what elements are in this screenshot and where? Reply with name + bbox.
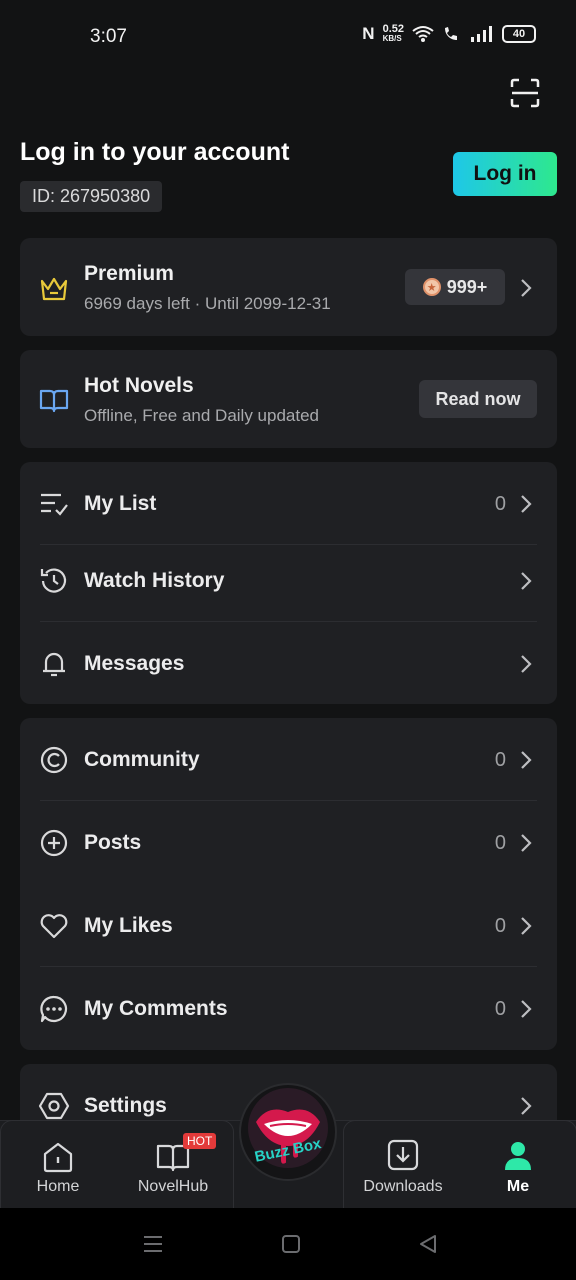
my-comments-label: My Comments — [84, 997, 228, 1020]
chevron-right-icon — [521, 751, 532, 769]
my-likes-count: 0 — [494, 915, 506, 937]
coin-balance[interactable]: ★ 999+ — [405, 269, 505, 305]
premium-title: Premium — [84, 262, 174, 285]
hot-badge: HOT — [183, 1133, 217, 1149]
page-title: Log in to your account — [20, 138, 290, 166]
user-id-badge: ID: 267950380 — [20, 181, 163, 212]
coin-icon: ★ — [422, 278, 441, 296]
chevron-right-icon — [521, 1097, 532, 1115]
community-count: 0 — [494, 749, 506, 771]
status-time: 3:07 — [90, 26, 127, 47]
wifi-icon — [412, 26, 434, 42]
signal-icon — [471, 26, 492, 42]
bell-icon — [43, 652, 65, 677]
person-icon — [505, 1142, 531, 1170]
my-likes-label: My Likes — [84, 914, 173, 937]
nfc-icon: N — [362, 24, 375, 43]
chevron-right-icon — [521, 1000, 532, 1018]
messages-label: Messages — [84, 652, 185, 675]
buzzbox-logo — [239, 1083, 337, 1181]
community-icon — [40, 746, 68, 774]
chevron-right-icon — [521, 917, 532, 935]
book-open-icon — [39, 389, 69, 413]
status-icons: N 0.52 KB/S 40 — [362, 24, 536, 44]
nav-home-label: Home — [36, 1178, 80, 1195]
hot-novels-title: Hot Novels — [84, 374, 194, 397]
battery-icon: 40 — [502, 25, 536, 43]
login-button[interactable]: Log in — [453, 152, 557, 196]
nav-downloads[interactable]: Downloads — [356, 1130, 450, 1200]
chevron-right-icon — [521, 655, 532, 673]
nav-home[interactable]: Home — [20, 1130, 96, 1200]
scan-icon[interactable] — [510, 78, 540, 108]
chevron-right-icon — [521, 279, 532, 297]
chevron-right-icon — [521, 572, 532, 590]
chevron-right-icon — [521, 495, 532, 513]
system-nav-bar — [0, 1208, 576, 1280]
nav-me[interactable]: Me — [484, 1130, 552, 1200]
read-now-button[interactable]: Read now — [419, 380, 537, 418]
menu-icon[interactable] — [143, 1234, 163, 1254]
call-icon — [445, 27, 457, 40]
chevron-right-icon — [521, 834, 532, 852]
posts-count: 0 — [494, 832, 506, 854]
home-icon — [43, 1142, 73, 1173]
heart-icon — [40, 914, 68, 939]
home-square-icon[interactable] — [281, 1234, 301, 1254]
net-speed: 0.52 KB/S — [382, 23, 404, 44]
nav-me-label: Me — [506, 1178, 530, 1195]
plus-circle-icon — [40, 829, 68, 857]
status-bar: 3:07 N 0.52 KB/S 40 — [0, 0, 576, 72]
settings-icon — [38, 1092, 70, 1120]
my-list-label: My List — [84, 492, 157, 515]
premium-subtitle: 6969 days left · Until 2099-12-31 — [84, 294, 331, 313]
list-icon — [41, 493, 68, 516]
settings-label: Settings — [84, 1094, 167, 1117]
history-icon — [40, 568, 67, 593]
watch-history-label: Watch History — [84, 569, 225, 592]
buzzbox-logo-button[interactable]: Buzz Box — [238, 1082, 338, 1182]
nav-novelhub-label: NovelHub — [137, 1178, 209, 1195]
download-icon — [387, 1139, 419, 1171]
crown-icon — [40, 277, 68, 301]
back-icon[interactable] — [418, 1234, 438, 1254]
community-label: Community — [84, 748, 200, 771]
nav-downloads-label: Downloads — [363, 1178, 443, 1195]
hot-novels-subtitle: Offline, Free and Daily updated — [84, 406, 319, 425]
posts-label: Posts — [84, 831, 142, 854]
my-comments-count: 0 — [494, 998, 506, 1020]
comment-icon — [40, 995, 68, 1023]
my-list-count: 0 — [494, 493, 506, 515]
